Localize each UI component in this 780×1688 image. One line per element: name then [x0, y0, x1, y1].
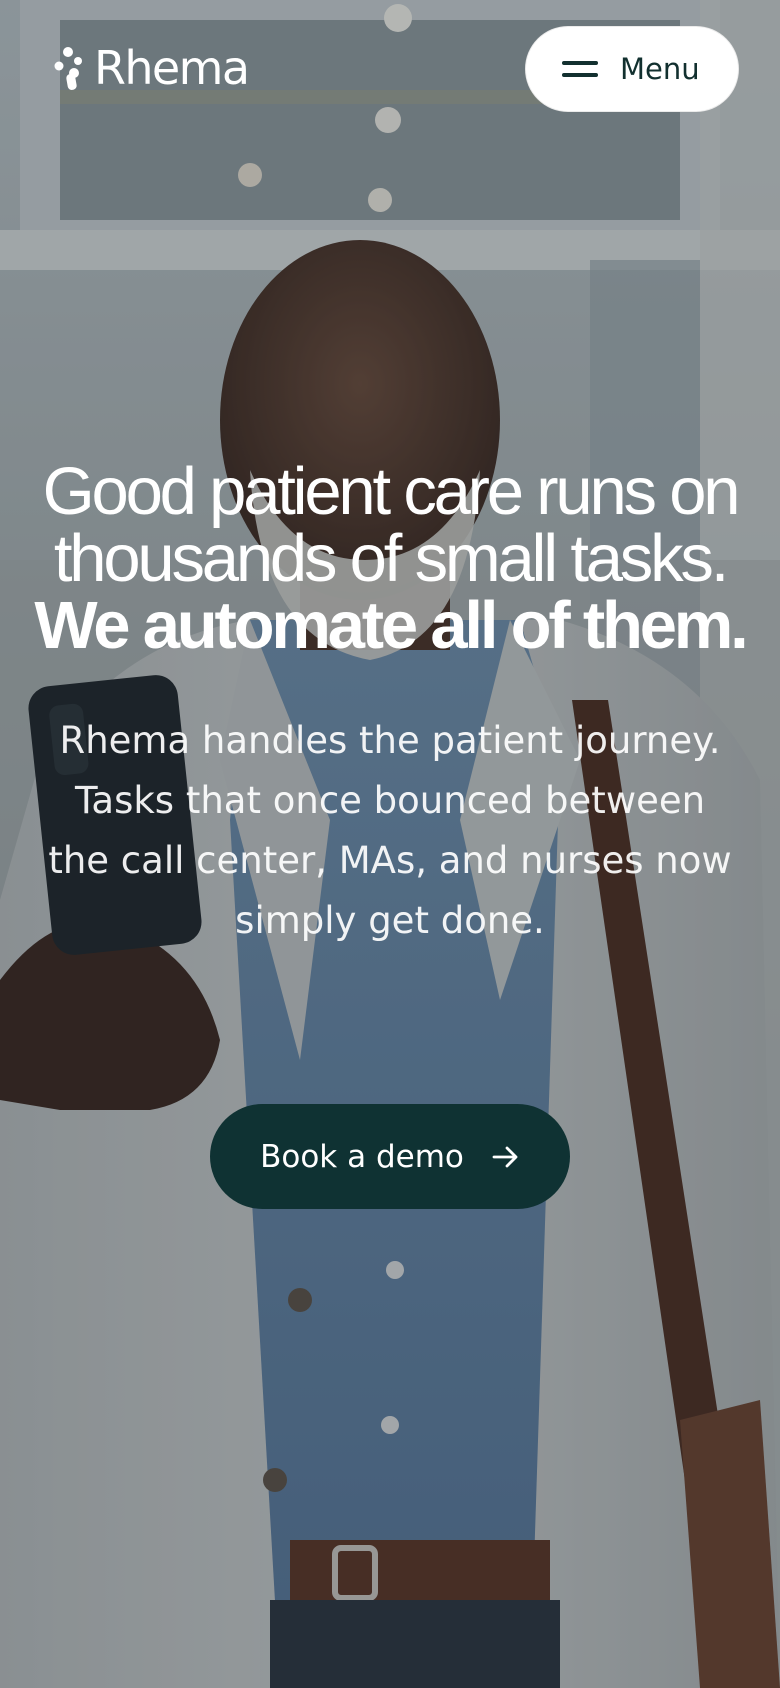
menu-button[interactable]: Menu — [525, 26, 739, 112]
rhema-burst-icon — [54, 47, 82, 90]
book-demo-label: Book a demo — [260, 1138, 464, 1175]
hero-section: Good patient care runs on thousands of s… — [0, 458, 780, 951]
menu-label: Menu — [620, 52, 700, 86]
hamburger-icon — [562, 59, 598, 79]
headline-strong: We automate all of them. — [34, 588, 748, 663]
site-header: Rhema Menu — [0, 0, 780, 140]
hero-subheadline: Rhema handles the patient journey. Tasks… — [48, 719, 732, 942]
headline-regular: Good patient care runs on thousands of s… — [42, 454, 741, 596]
arrow-right-icon — [492, 1146, 518, 1167]
hero-headline: Good patient care runs on thousands of s… — [30, 458, 750, 659]
brand-logo[interactable]: Rhema — [52, 41, 250, 95]
book-demo-button[interactable]: Book a demo — [210, 1104, 570, 1209]
page: Rhema Menu Good patient care runs on tho… — [0, 0, 780, 1688]
brand-name: Rhema — [94, 41, 250, 95]
